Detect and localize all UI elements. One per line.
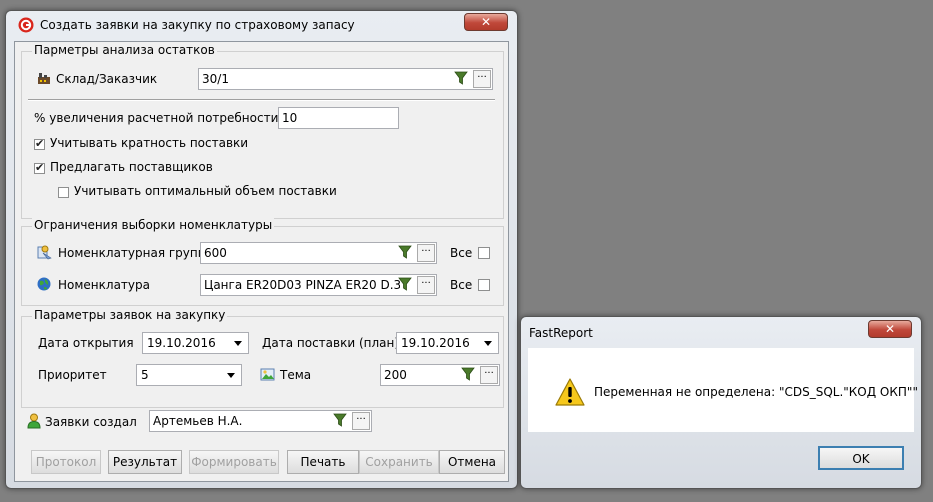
delivery-date-label: Дата поставки (план) bbox=[262, 336, 400, 350]
warehouse-field[interactable]: 30/1 ··· bbox=[198, 68, 493, 90]
main-window: Создать заявки на закупку по страховому … bbox=[5, 10, 518, 489]
main-client-area: Парметры анализа остатков Склад/Заказчик… bbox=[14, 41, 509, 482]
main-close-button[interactable]: ✕ bbox=[464, 13, 508, 31]
open-date-label: Дата открытия bbox=[38, 336, 134, 350]
open-date-picker[interactable]: 19.10.2016 bbox=[142, 332, 249, 354]
app-logo-icon bbox=[18, 17, 34, 33]
priority-label: Приоритет bbox=[38, 368, 107, 382]
delivery-date-picker[interactable]: 19.10.2016 bbox=[396, 332, 499, 354]
topic-filter-button[interactable] bbox=[461, 366, 479, 384]
warehouse-value: 30/1 bbox=[202, 72, 229, 86]
funnel-icon bbox=[398, 277, 412, 291]
dialog-titlebar[interactable]: FastReport ✕ bbox=[521, 317, 921, 345]
creator-label: Заявки создал bbox=[45, 415, 137, 429]
warehouse-filter-button[interactable] bbox=[454, 70, 472, 88]
nomenclature-group-value: 600 bbox=[204, 246, 227, 260]
analysis-group: Парметры анализа остатков Склад/Заказчик… bbox=[21, 43, 504, 219]
topic-field[interactable]: 200 ··· bbox=[380, 364, 500, 386]
funnel-icon bbox=[333, 413, 347, 427]
nomenclature-item-all-checkbox[interactable] bbox=[478, 279, 490, 291]
topic-ellipsis-button[interactable]: ··· bbox=[480, 366, 498, 384]
main-titlebar[interactable]: Создать заявки на закупку по страховому … bbox=[6, 11, 517, 39]
funnel-icon bbox=[461, 367, 475, 381]
nomenclature-item-field[interactable]: Цанга ER20D03 PINZA ER20 D.3-2 ··· bbox=[200, 274, 437, 296]
nomenclature-item-ellipsis-button[interactable]: ··· bbox=[417, 276, 435, 294]
priority-select[interactable]: 5 bbox=[136, 364, 242, 386]
globe-icon bbox=[37, 277, 51, 291]
delivery-date-dropdown-icon[interactable] bbox=[480, 335, 496, 351]
warehouse-ellipsis-button[interactable]: ··· bbox=[473, 70, 491, 88]
optimal-volume-label: Учитывать оптимальный объем поставки bbox=[74, 184, 337, 198]
open-date-dropdown-icon[interactable] bbox=[230, 335, 246, 351]
topic-icon bbox=[260, 367, 276, 383]
warning-icon bbox=[555, 378, 585, 406]
user-icon bbox=[27, 413, 41, 429]
nomenclature-group-all-checkbox[interactable] bbox=[478, 247, 490, 259]
priority-value: 5 bbox=[141, 368, 149, 382]
priority-dropdown-icon[interactable] bbox=[223, 367, 239, 383]
increase-label: % увеличения расчетной потребности bbox=[34, 111, 279, 125]
dialog-message: Переменная не определена: "CDS_SQL."КОД … bbox=[594, 385, 918, 399]
creator-field[interactable]: Артемьев Н.А. ··· bbox=[149, 410, 372, 432]
cancel-button[interactable]: Отмена bbox=[439, 450, 505, 474]
nomenclature-item-filter-button[interactable] bbox=[398, 276, 416, 294]
multiplicity-label: Учитывать кратность поставки bbox=[50, 136, 249, 150]
suppliers-checkbox[interactable] bbox=[34, 161, 45, 174]
analysis-group-title: Парметры анализа остатков bbox=[32, 43, 217, 57]
fastreport-dialog: FastReport ✕ Переменная не определена: "… bbox=[520, 316, 922, 489]
dialog-message-area: Переменная не определена: "CDS_SQL."КОД … bbox=[528, 348, 918, 432]
nomenclature-group: Ограничения выборки номенклатуры Номенкл… bbox=[21, 218, 504, 306]
nomenclature-group-field[interactable]: 600 ··· bbox=[200, 242, 437, 264]
optimal-volume-checkbox[interactable] bbox=[58, 187, 69, 198]
orders-group-title: Параметры заявок на закупку bbox=[32, 308, 228, 322]
form-button[interactable]: Формировать bbox=[189, 450, 279, 474]
warehouse-label: Склад/Заказчик bbox=[56, 72, 158, 86]
nomenclature-item-all-label: Все bbox=[450, 278, 473, 292]
funnel-icon bbox=[454, 71, 468, 85]
delivery-date-value: 19.10.2016 bbox=[401, 336, 470, 350]
nomenclature-group-title: Ограничения выборки номенклатуры bbox=[32, 218, 275, 232]
nomenclature-group-icon bbox=[37, 244, 53, 260]
result-button[interactable]: Результат bbox=[108, 450, 182, 474]
creator-filter-button[interactable] bbox=[333, 412, 351, 430]
nomenclature-group-label: Номенклатурная группа bbox=[58, 246, 213, 260]
nomenclature-item-value: Цанга ER20D03 PINZA ER20 D.3-2 bbox=[204, 278, 400, 292]
save-button[interactable]: Сохранить bbox=[359, 450, 439, 474]
dialog-ok-button[interactable]: OK bbox=[818, 446, 904, 470]
warehouse-icon bbox=[37, 71, 51, 85]
increase-value: 10 bbox=[282, 111, 298, 125]
creator-value: Артемьев Н.А. bbox=[153, 414, 243, 428]
funnel-icon bbox=[398, 245, 412, 259]
protocol-button[interactable]: Протокол bbox=[31, 450, 101, 474]
increase-input[interactable]: 10 bbox=[278, 107, 399, 129]
suppliers-label: Предлагать поставщиков bbox=[50, 160, 213, 174]
nomenclature-group-ellipsis-button[interactable]: ··· bbox=[417, 244, 435, 262]
topic-label: Тема bbox=[280, 368, 312, 382]
main-window-title: Создать заявки на закупку по страховому … bbox=[40, 18, 355, 32]
nomenclature-group-filter-button[interactable] bbox=[398, 244, 416, 262]
print-button[interactable]: Печать bbox=[287, 450, 359, 474]
multiplicity-checkbox[interactable] bbox=[34, 137, 45, 150]
creator-ellipsis-button[interactable]: ··· bbox=[352, 412, 370, 430]
open-date-value: 19.10.2016 bbox=[147, 336, 216, 350]
nomenclature-group-all-label: Все bbox=[450, 246, 473, 260]
orders-group: Параметры заявок на закупку Дата открыти… bbox=[21, 308, 504, 408]
nomenclature-item-label: Номенклатура bbox=[58, 278, 150, 292]
analysis-divider bbox=[28, 99, 495, 101]
dialog-title: FastReport bbox=[529, 326, 593, 340]
dialog-close-button[interactable]: ✕ bbox=[868, 320, 912, 338]
topic-value: 200 bbox=[384, 368, 407, 382]
